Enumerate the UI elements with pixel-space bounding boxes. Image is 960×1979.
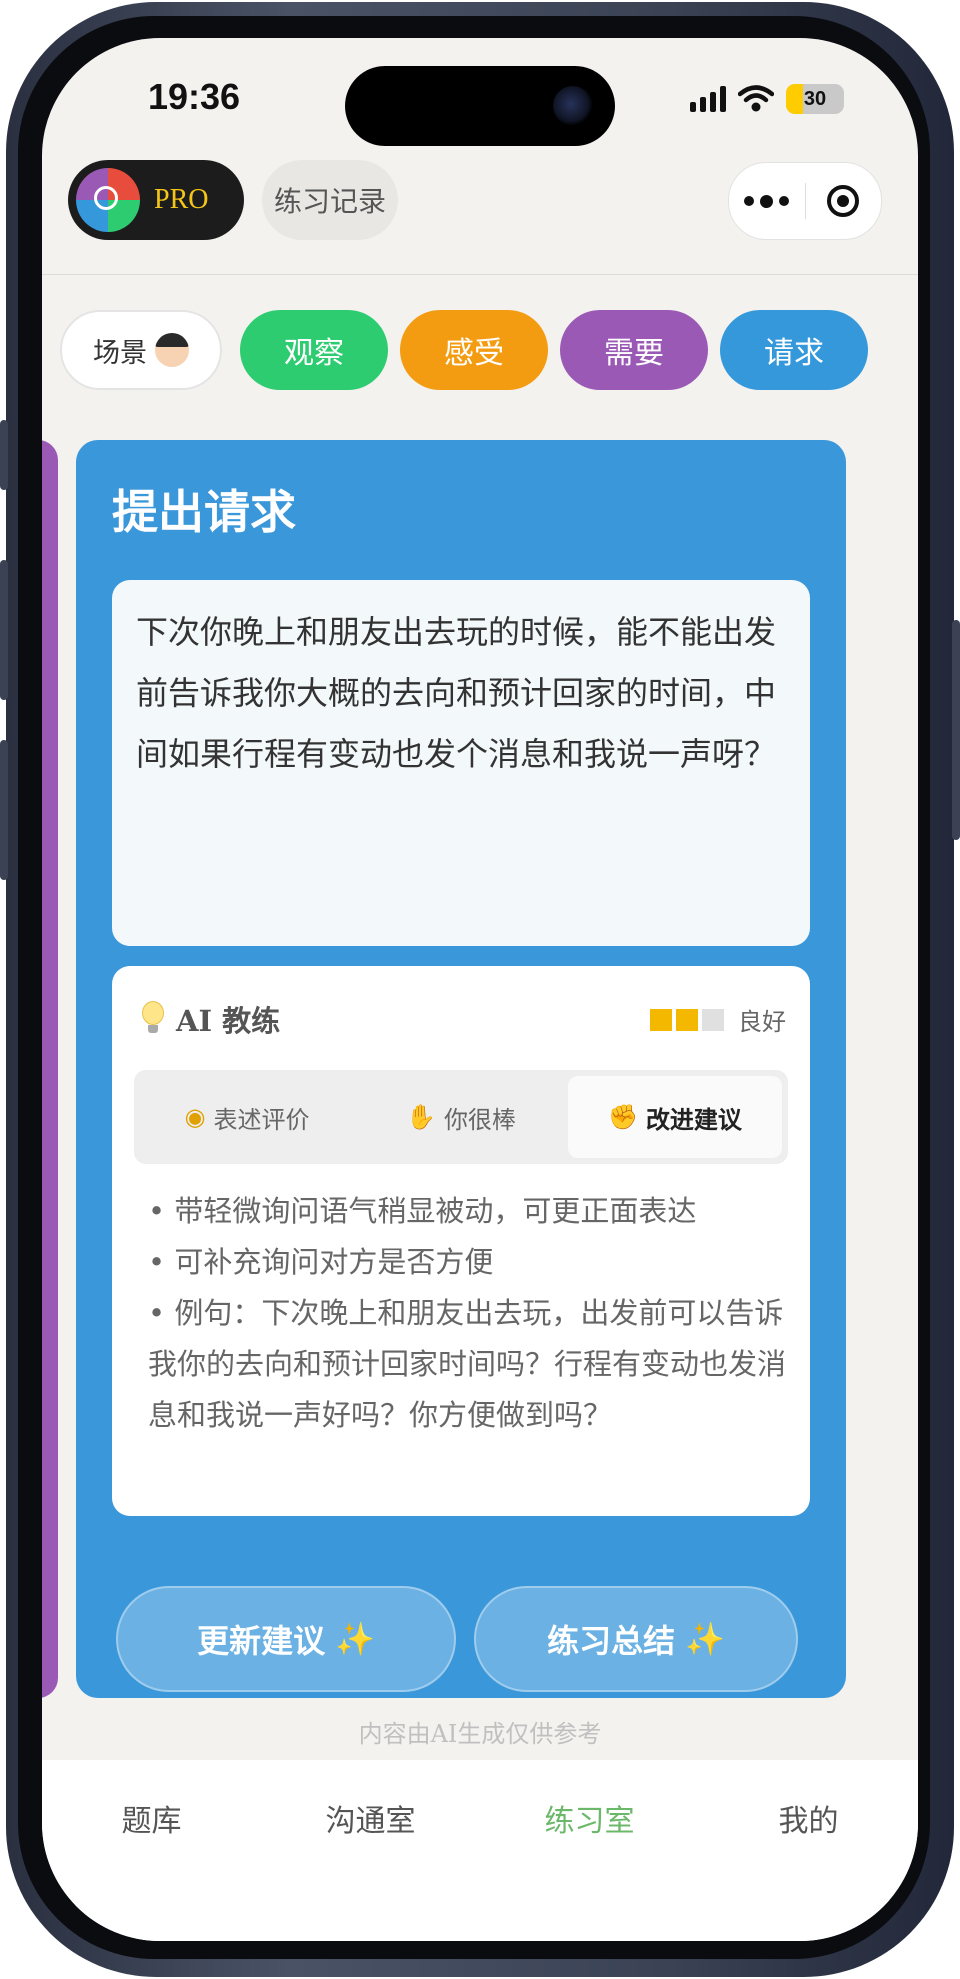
tab-improvement-label: 改进建议 (645, 1104, 742, 1134)
battery-icon: 30 (786, 84, 844, 114)
coach-title: AI 教练 (176, 1004, 281, 1038)
rating-block-empty (702, 1008, 724, 1031)
coach-header: AI 教练 (142, 998, 280, 1040)
advice-item: • 可补充询问对方是否方便 (148, 1245, 494, 1279)
rating-block-filled (676, 1008, 698, 1031)
medal-icon: ◉ (184, 1103, 206, 1131)
tab-praise[interactable]: ✋ 你很棒 (354, 1076, 568, 1158)
ai-disclaimer: 内容由AI生成仅供参考 (358, 1720, 602, 1748)
card-title: 提出请求 (112, 485, 296, 539)
request-card: 提出请求 下次你晚上和朋友出去玩的时候，能不能出发前告诉我你大概的去向和预计回家… (76, 440, 846, 1698)
tab-need[interactable]: 需要 (560, 310, 708, 390)
status-icons: 30 (690, 84, 844, 114)
tab-observe[interactable]: 观察 (240, 310, 388, 390)
previous-card-peek[interactable] (42, 440, 58, 1698)
nav-profile[interactable]: 我的 (729, 1796, 889, 1941)
tab-improvement[interactable]: ✊ 改进建议 (568, 1076, 782, 1158)
advice-item: • 例句：下次晚上和朋友出去玩，出发前可以告诉我你的去向和预计回家时间吗？行程有… (148, 1296, 787, 1432)
ai-coach-panel: AI 教练 良好 ◉ 表述评价 ✋ 你很棒 ✊ 改进建议 • 带轻微询问语气稍显… (112, 966, 810, 1516)
camera-icon (553, 86, 593, 126)
update-suggestion-button[interactable]: 更新建议 ✨ (116, 1586, 456, 1692)
nav-question-bank[interactable]: 题库 (72, 1796, 232, 1941)
pro-badge-button[interactable]: PRO (68, 160, 244, 240)
practice-record-button[interactable]: 练习记录 (262, 160, 398, 240)
power-button (952, 620, 960, 840)
rating-block-filled (650, 1008, 672, 1031)
tab-praise-label: 你很棒 (443, 1105, 516, 1134)
volume-up-button (0, 560, 8, 700)
tab-request[interactable]: 请求 (720, 310, 868, 390)
wifi-icon (738, 85, 774, 112)
avatar-icon (155, 333, 189, 367)
signal-icon (690, 86, 726, 112)
screen: 19:36 30 PRO 练习记录 场景 观察 感受 需要 请求 提出请求 下次… (42, 38, 918, 1941)
rating-indicator: 良好 (650, 1002, 786, 1037)
status-time: 19:36 (148, 76, 241, 117)
volume-down-button (0, 740, 8, 880)
pro-label: PRO (154, 184, 209, 215)
bottom-nav: 题库 沟通室 练习室 我的 (42, 1760, 918, 1941)
sparkles-icon: ✨ (685, 1620, 725, 1658)
advice-list: • 带轻微询问语气稍显被动，可更正面表达 • 可补充询问对方是否方便 • 例句：… (148, 1186, 788, 1441)
practice-summary-label: 练习总结 (547, 1622, 676, 1660)
lightbulb-icon (142, 1001, 164, 1037)
rating-label: 良好 (738, 1008, 786, 1036)
nav-communication-room[interactable]: 沟通室 (291, 1796, 451, 1941)
nav-practice-room[interactable]: 练习室 (510, 1796, 670, 1941)
mute-switch (0, 420, 8, 490)
miniprogram-capsule (728, 162, 882, 240)
request-text-area[interactable]: 下次你晚上和朋友出去玩的时候，能不能出发前告诉我你大概的去向和预计回家的时间，中… (112, 580, 810, 946)
battery-level: 30 (803, 87, 827, 110)
app-logo-icon (76, 168, 140, 232)
dynamic-island (345, 66, 615, 146)
update-suggestion-label: 更新建议 (197, 1622, 326, 1660)
thumbs-up-icon: ✋ (406, 1103, 436, 1131)
muscle-icon: ✊ (608, 1103, 638, 1131)
header-divider (42, 274, 918, 275)
coach-tab-bar: ◉ 表述评价 ✋ 你很棒 ✊ 改进建议 (134, 1070, 788, 1164)
close-target-icon[interactable] (806, 185, 882, 217)
tab-feel[interactable]: 感受 (400, 310, 548, 390)
sparkles-icon: ✨ (335, 1620, 375, 1658)
tab-evaluation[interactable]: ◉ 表述评价 (140, 1076, 354, 1158)
more-menu-icon[interactable] (729, 194, 805, 208)
tab-scene-label: 场景 (93, 337, 147, 369)
practice-summary-button[interactable]: 练习总结 ✨ (474, 1586, 798, 1692)
tab-scene[interactable]: 场景 (60, 310, 222, 390)
tab-evaluation-label: 表述评价 (213, 1105, 310, 1134)
advice-item: • 带轻微询问语气稍显被动，可更正面表达 (148, 1194, 697, 1228)
